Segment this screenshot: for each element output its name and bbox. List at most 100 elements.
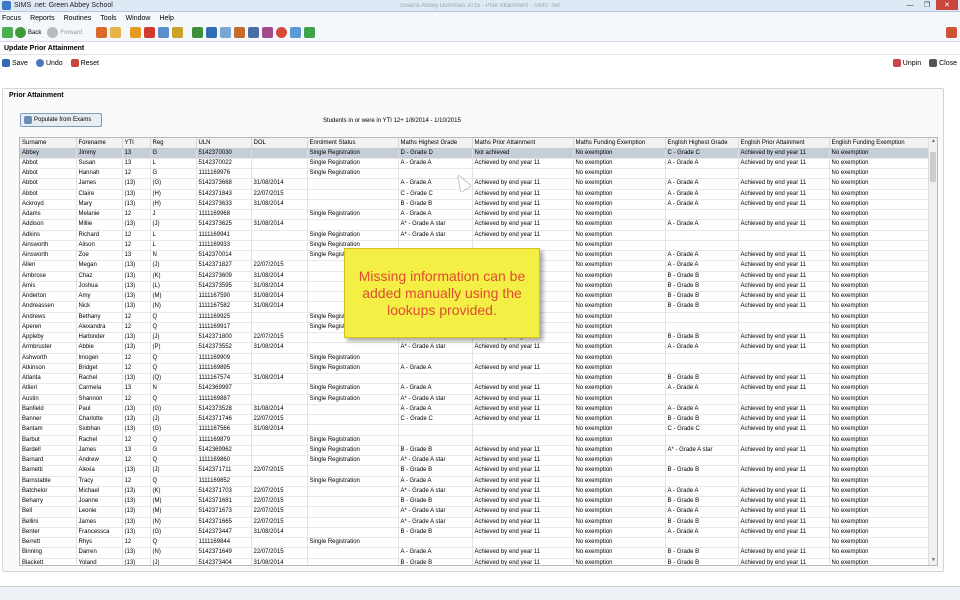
menu-window[interactable]: Window xyxy=(126,15,151,22)
table-cell[interactable]: B - Grade B xyxy=(665,281,739,293)
table-cell[interactable]: Zoe xyxy=(76,250,123,262)
table-cell[interactable]: (N) xyxy=(150,301,197,313)
table-cell[interactable] xyxy=(307,517,399,528)
notes-icon[interactable] xyxy=(172,27,184,38)
table-cell[interactable] xyxy=(665,230,739,241)
table-cell[interactable]: Achieved by end year 11 xyxy=(472,445,574,457)
table-cell[interactable]: (13) xyxy=(122,424,151,436)
flag-icon[interactable] xyxy=(144,27,156,38)
table-cell[interactable]: Achieved by end year 11 xyxy=(738,148,830,159)
table-cell[interactable]: No exemption xyxy=(573,373,666,385)
table-cell[interactable]: 22/07/2015 xyxy=(251,486,308,498)
table-row[interactable]: Ashworth Imogen 12 Q 1111169909 Single Regist… xyxy=(20,353,931,364)
table-cell[interactable]: Amis xyxy=(20,281,77,293)
table-cell[interactable]: No exemption xyxy=(573,445,666,457)
table-cell[interactable]: 12 xyxy=(122,240,151,252)
table-cell[interactable]: No exemption xyxy=(829,240,931,252)
column-header[interactable]: English Highest Grade xyxy=(665,138,739,149)
table-cell[interactable]: 1111169844 xyxy=(196,537,252,549)
table-cell[interactable]: B - Grade B xyxy=(398,527,473,539)
table-cell[interactable]: No exemption xyxy=(829,435,931,446)
table-cell[interactable]: Achieved by end year 11 xyxy=(472,158,574,170)
table-cell[interactable]: Achieved by end year 11 xyxy=(472,189,574,200)
table-row[interactable]: Benter Francessca (13) (G) 5142373447 31/08/2… xyxy=(20,527,931,539)
table-cell[interactable]: No exemption xyxy=(573,394,666,405)
table-cell[interactable]: 5142370014 xyxy=(196,250,252,262)
table-cell[interactable]: Q xyxy=(150,435,197,446)
table-cell[interactable]: B - Grade B xyxy=(398,558,473,565)
clipboard-icon[interactable] xyxy=(234,27,246,38)
column-header[interactable]: Maths Highest Grade xyxy=(398,138,473,149)
table-cell[interactable] xyxy=(398,424,473,436)
table-cell[interactable]: Achieved by end year 11 xyxy=(738,547,830,559)
table-cell[interactable]: Achieved by end year 11 xyxy=(738,506,830,518)
table-cell[interactable]: No exemption xyxy=(829,189,931,200)
table-cell[interactable]: 12 xyxy=(122,537,151,549)
table-cell[interactable]: A - Grade A xyxy=(398,547,473,559)
table-cell[interactable]: Achieved by end year 11 xyxy=(738,332,830,344)
table-cell[interactable]: B - Grade B xyxy=(398,496,473,508)
table-cell[interactable]: Ainsworth xyxy=(20,250,77,262)
table-cell[interactable] xyxy=(251,168,308,180)
table-cell[interactable]: Atlieri xyxy=(20,383,77,395)
table-cell[interactable] xyxy=(738,240,830,252)
table-cell[interactable] xyxy=(738,353,830,364)
table-cell[interactable]: Austin xyxy=(20,394,77,405)
table-cell[interactable]: Nick xyxy=(76,301,123,313)
table-cell[interactable]: Achieved by end year 11 xyxy=(472,547,574,559)
table-cell[interactable]: (G) xyxy=(150,404,197,416)
table-cell[interactable]: Barbut xyxy=(20,435,77,446)
table-cell[interactable]: Achieved by end year 11 xyxy=(472,404,574,416)
table-cell[interactable]: Darren xyxy=(76,547,123,559)
table-cell[interactable]: Anderton xyxy=(20,291,77,303)
table-cell[interactable]: (N) xyxy=(150,547,197,559)
table-cell[interactable]: B - Grade B xyxy=(665,301,739,313)
table-cell[interactable]: Andrews xyxy=(20,312,77,323)
table-cell[interactable]: (G) xyxy=(150,527,197,539)
menu-help[interactable]: Help xyxy=(159,15,173,22)
table-cell[interactable] xyxy=(665,394,739,405)
populate-from-exams-button[interactable]: Populate from Exams xyxy=(20,113,102,127)
table-row[interactable]: Armbruster Abbie (13) (P) 5142373552 31/08/20… xyxy=(20,342,931,354)
close-window-icon[interactable]: ✕ xyxy=(936,0,958,10)
table-cell[interactable] xyxy=(251,312,308,323)
table-cell[interactable] xyxy=(398,353,473,364)
table-cell[interactable]: Chaz xyxy=(76,271,123,282)
table-cell[interactable]: 1111169968 xyxy=(196,209,252,221)
table-cell[interactable]: Armbruster xyxy=(20,342,77,354)
column-header[interactable]: Forename xyxy=(76,138,123,149)
table-cell[interactable]: 1111167582 xyxy=(196,301,252,313)
table-row[interactable]: Ackroyd Mary (13) (H) 5142373633 31/08/2014 B … xyxy=(20,199,931,211)
table-cell[interactable] xyxy=(665,240,739,252)
table-cell[interactable]: (N) xyxy=(150,517,197,528)
table-cell[interactable]: Q xyxy=(150,363,197,375)
table-row[interactable]: Bantam Siobhan (13) (G) 1111167566 31/08/2014… xyxy=(20,424,931,436)
table-cell[interactable]: Beharry xyxy=(20,496,77,508)
table-cell[interactable]: Abbey xyxy=(20,148,77,159)
table-cell[interactable]: 31/08/2014 xyxy=(251,291,308,303)
table-cell[interactable]: Abbie xyxy=(76,342,123,354)
table-cell[interactable]: B - Grade B xyxy=(665,271,739,282)
table-cell[interactable]: No exemption xyxy=(573,435,666,446)
table-cell[interactable]: L xyxy=(150,158,197,170)
table-cell[interactable] xyxy=(472,424,574,436)
table-cell[interactable]: Achieved by end year 11 xyxy=(738,281,830,293)
table-cell[interactable]: A - Grade A xyxy=(665,219,739,231)
table-cell[interactable] xyxy=(665,537,739,549)
table-cell[interactable]: Achieved by end year 11 xyxy=(738,445,830,457)
table-cell[interactable]: A* - Grade A star xyxy=(398,219,473,231)
table-cell[interactable] xyxy=(251,230,308,241)
table-cell[interactable]: (M) xyxy=(150,496,197,508)
table-cell[interactable]: No exemption xyxy=(829,547,931,559)
table-cell[interactable]: No exemption xyxy=(573,414,666,426)
table-cell[interactable]: A - Grade A xyxy=(665,404,739,416)
table-cell[interactable]: No exemption xyxy=(573,342,666,354)
table-cell[interactable]: Q xyxy=(150,312,197,323)
table-cell[interactable]: No exemption xyxy=(829,445,931,457)
table-cell[interactable]: Imogen xyxy=(76,353,123,364)
table-cell[interactable] xyxy=(665,363,739,375)
table-cell[interactable]: Joshua xyxy=(76,281,123,293)
table-cell[interactable]: C - Grade C xyxy=(398,414,473,426)
table-cell[interactable]: 31/08/2014 xyxy=(251,342,308,354)
table-cell[interactable]: Ainsworth xyxy=(20,240,77,252)
